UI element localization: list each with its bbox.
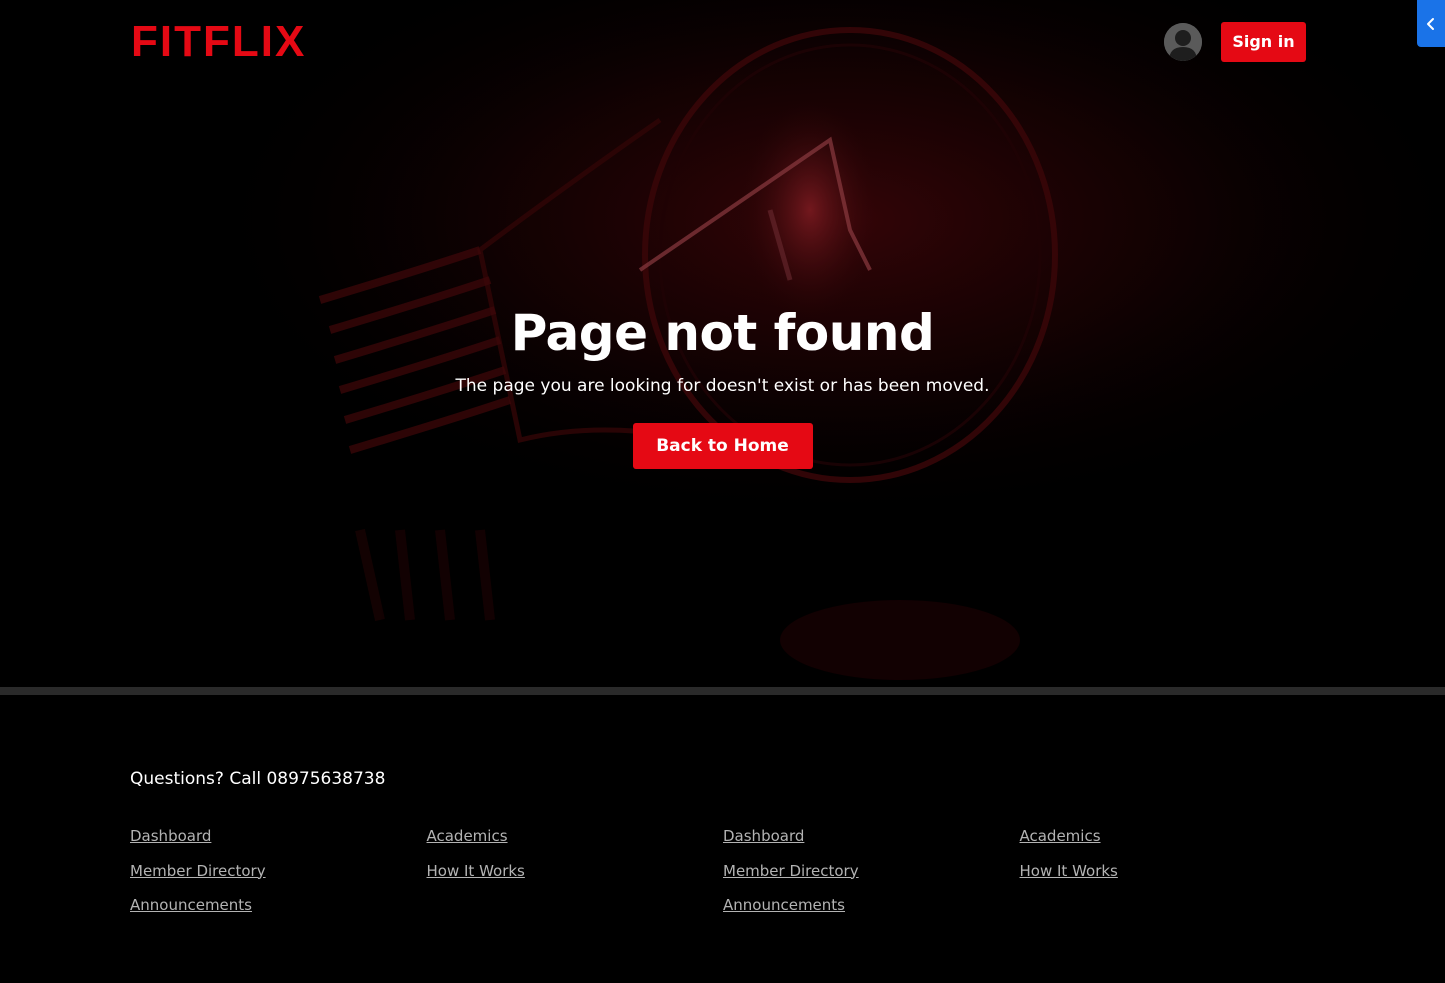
footer-link-member-directory[interactable]: Member Directory [130, 860, 427, 895]
footer-link-how-it-works[interactable]: How It Works [1020, 860, 1317, 895]
footer-link-announcements[interactable]: Announcements [723, 894, 1020, 929]
footer-link-dashboard[interactable]: Dashboard [130, 825, 427, 860]
sign-in-button[interactable]: Sign in [1221, 22, 1306, 62]
footer: Questions? Call 08975638738 Dashboard Me… [0, 695, 1445, 983]
footer-contact: Questions? Call 08975638738 [130, 769, 386, 789]
footer-link-academics[interactable]: Academics [1020, 825, 1317, 860]
brand-logo[interactable]: FITFLIX [131, 18, 306, 66]
footer-link-member-directory[interactable]: Member Directory [723, 860, 1020, 895]
side-panel-toggle[interactable] [1417, 0, 1445, 47]
hero-section: FITFLIX Sign in Page not found The page … [0, 0, 1445, 687]
page-subtitle: The page you are looking for doesn't exi… [455, 376, 990, 396]
footer-column: Academics How It Works [1020, 825, 1317, 929]
footer-link-how-it-works[interactable]: How It Works [427, 860, 724, 895]
chevron-left-icon [1427, 17, 1434, 30]
user-avatar-icon[interactable] [1164, 23, 1202, 61]
section-divider [0, 687, 1445, 695]
footer-link-academics[interactable]: Academics [427, 825, 724, 860]
page: FITFLIX Sign in Page not found The page … [0, 0, 1445, 983]
page-title: Page not found [510, 304, 935, 362]
back-to-home-button[interactable]: Back to Home [632, 423, 813, 469]
footer-column: Academics How It Works [427, 825, 724, 929]
footer-link-announcements[interactable]: Announcements [130, 894, 427, 929]
footer-link-dashboard[interactable]: Dashboard [723, 825, 1020, 860]
footer-column: Dashboard Member Directory Announcements [130, 825, 427, 929]
footer-links: Dashboard Member Directory Announcements… [130, 825, 1316, 929]
footer-column: Dashboard Member Directory Announcements [723, 825, 1020, 929]
error-message-block: Page not found The page you are looking … [0, 300, 1445, 469]
